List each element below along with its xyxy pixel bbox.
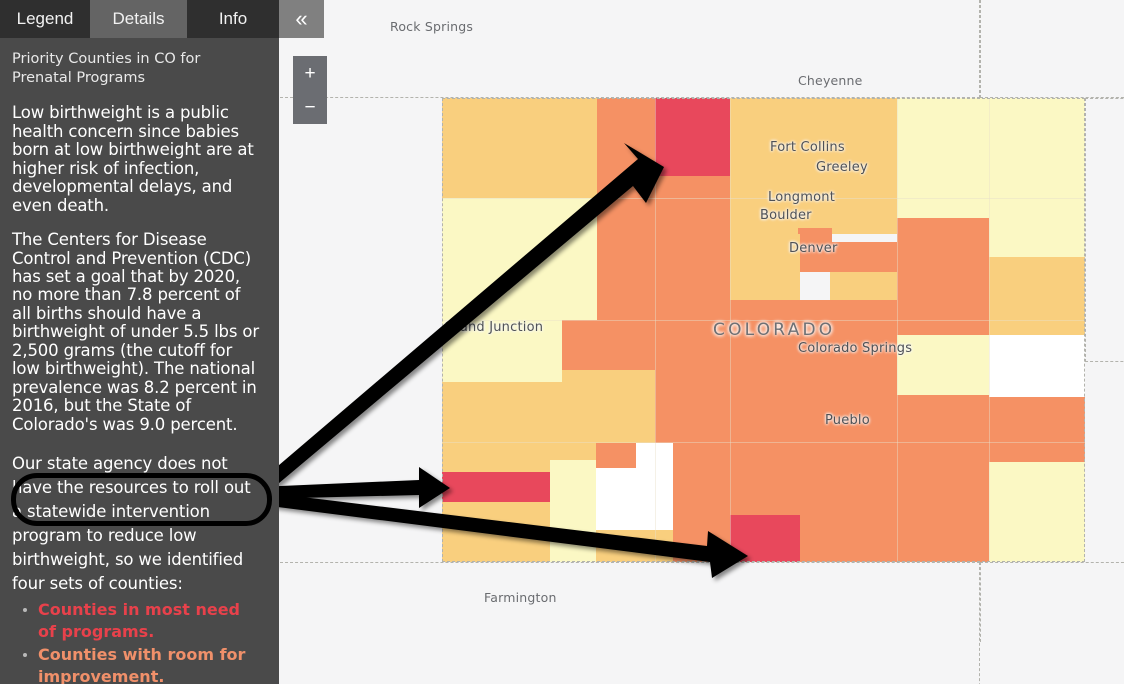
zoom-in-button[interactable]: + <box>293 56 327 90</box>
panel-collapse-button[interactable]: « <box>279 0 324 38</box>
side-panel: Legend Details Info Priority Counties in… <box>0 0 279 684</box>
panel-tabs: Legend Details Info <box>0 0 279 38</box>
map-label-pueblo: Pueblo <box>825 413 870 428</box>
map-label-longmont: Longmont <box>768 190 836 205</box>
state-label-colorado: COLORADO <box>713 320 836 340</box>
map-label-grand-junction: Grand Junction <box>444 320 544 335</box>
state-boundary-southeast <box>980 562 1124 642</box>
chevron-double-left-icon: « <box>295 6 308 31</box>
map-label-greeley: Greeley <box>816 160 868 175</box>
list-item-room-improvement[interactable]: Counties with room for improvement. <box>12 644 261 684</box>
priority-category-list: Counties in most need of programs. Count… <box>12 599 261 684</box>
panel-paragraph-3: Our state agency does not have the resou… <box>12 454 251 593</box>
map-label-rock-springs: Rock Springs <box>390 19 474 34</box>
state-boundary-south <box>280 562 980 684</box>
list-item-most-need[interactable]: Counties in most need of programs. <box>12 599 261 643</box>
map-label-boulder: Boulder <box>760 208 812 223</box>
map-label-denver: Denver <box>789 241 838 256</box>
panel-paragraph-2: The Centers for Disease Control and Prev… <box>12 230 259 434</box>
state-boundary-east <box>1085 98 1124 362</box>
map-label-fort-collins: Fort Collins <box>770 140 845 155</box>
map-label-cheyenne: Cheyenne <box>798 73 863 88</box>
state-boundary-northeast <box>980 0 1124 98</box>
tab-details[interactable]: Details <box>90 0 187 38</box>
panel-title: Priority Counties in CO for Prenatal Pro… <box>12 51 201 87</box>
tab-legend[interactable]: Legend <box>0 0 90 38</box>
panel-paragraph-1: Low birthweight is a public health conce… <box>12 103 254 215</box>
map-application: Rock Springs Cheyenne Farmington Fort Coll… <box>0 0 1124 684</box>
tab-info[interactable]: Info <box>187 0 279 38</box>
state-boundary-north <box>280 0 980 98</box>
map-label-colorado-springs: Colorado Springs <box>798 341 913 356</box>
map-label-farmington: Farmington <box>484 590 557 605</box>
zoom-out-button[interactable]: − <box>293 90 327 124</box>
map-zoom-controls: + − <box>293 56 327 124</box>
panel-content: Priority Counties in CO for Prenatal Pro… <box>0 38 279 684</box>
